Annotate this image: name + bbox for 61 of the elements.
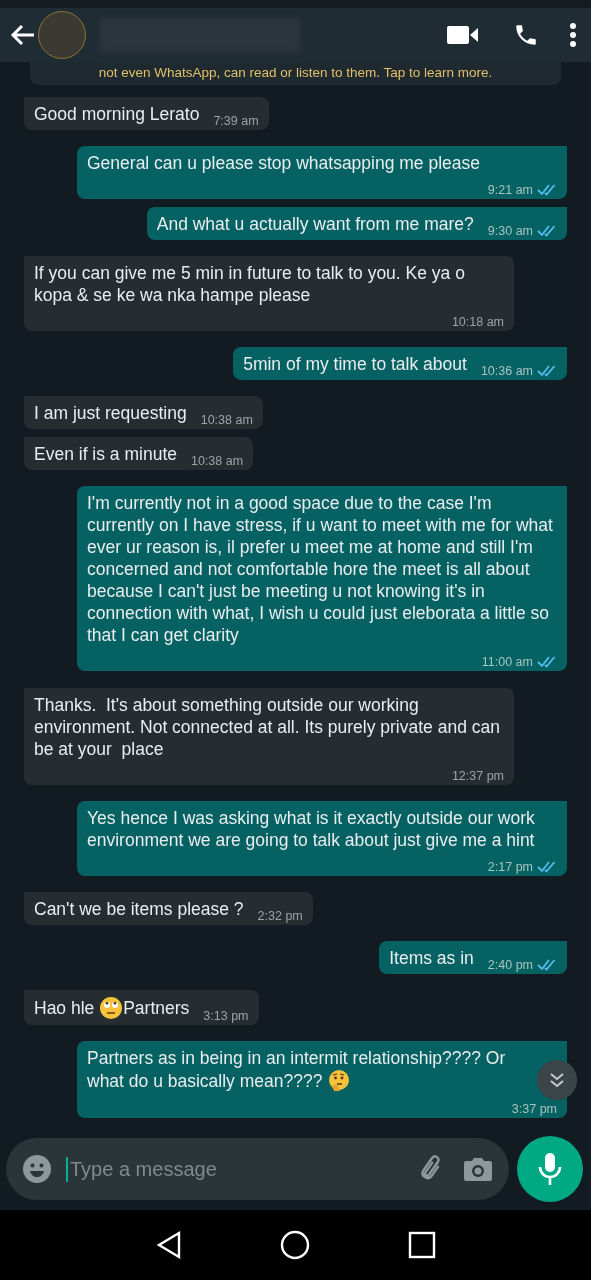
sent-message-bubble[interactable] [77, 486, 567, 672]
message-text: Hao hle [34, 996, 96, 1019]
message-text: Partners as in being in an intermit relationship???? Or [87, 1047, 506, 1070]
recents-nav-icon[interactable] [407, 1231, 436, 1259]
emoji-icon[interactable] [22, 1154, 52, 1184]
more-options-icon[interactable] [569, 22, 577, 48]
message-time: 2:40 pm [487, 957, 533, 972]
eye-roll-emoji-icon [99, 995, 124, 1020]
received-message-bubble[interactable]: I am just requesting 10:38 am [24, 396, 263, 430]
message-text: Can't we be items please ? [34, 897, 244, 920]
scroll-down-button[interactable] [537, 1060, 577, 1100]
sent-message-bubble[interactable]: Yes hence I was asking what is it exactly outside our work environment we are going to talk about just give me a hint 2:17 pm [77, 800, 567, 876]
message-time: 3:37 pm [511, 1102, 557, 1117]
message-time: 10:38 am [191, 454, 244, 469]
encryption-notice[interactable]: not even WhatsApp, can read or listen to them. Tap to learn more. [30, 62, 561, 85]
message-text: Good morning Lerato [34, 103, 200, 125]
message-text: General can u please stop whatsapping me please [87, 152, 481, 175]
message-composer[interactable]: Type a message [6, 1138, 509, 1200]
message-text: what do u basically mean???? [87, 1070, 324, 1093]
message-text: Even if is a minute [34, 443, 177, 466]
message-time: 10:38 am [200, 413, 253, 428]
message-input-field[interactable]: Type a message [66, 1156, 403, 1182]
message-text: And what u actually want from me mare? [156, 213, 474, 236]
message-time: 9:30 am [487, 224, 533, 239]
received-message-bubble[interactable]: Thanks. It's about something outside our working environment. Not connected at all. Its purely private and can be at your place 12:37 pm [24, 687, 514, 785]
message-time: 9:21 am [487, 183, 533, 198]
message-text: Partners [123, 996, 190, 1019]
sent-message-bubble[interactable]: Partners as in being in an intermit relationship???? Or what do u basically mean???? 3:37 pm [77, 1041, 567, 1119]
microphone-icon [538, 1152, 562, 1186]
message-text: I am just requesting [34, 402, 187, 425]
message-time: 12:37 pm [451, 768, 504, 783]
message-text: Thanks. It's about something outside our working environment. Not connected at all. Its purely private and can be at your place [34, 693, 501, 760]
back-nav-icon[interactable] [155, 1230, 182, 1260]
received-message-bubble[interactable]: Even if is a minute 10:38 am [24, 437, 254, 471]
received-message-bubble[interactable]: Hao hle Partners 3:13 pm [24, 989, 259, 1025]
camera-icon[interactable] [463, 1156, 493, 1182]
message-text: Yes hence I was asking what is it exactly outside our work environment we are going to talk about just give me a hint [87, 806, 536, 851]
message-time: 7:39 am [213, 114, 259, 128]
message-text: Items as in [389, 946, 474, 969]
thinking-emoji-icon [327, 1069, 352, 1094]
sent-message-bubble[interactable]: And what u actually want from me mare? 9:30 am [146, 207, 567, 241]
sent-message-bubble[interactable]: Items as in 2:40 pm [379, 940, 567, 974]
sent-message-bubble[interactable]: General can u please stop whatsapping me please 9:21 am [77, 146, 567, 200]
sent-message-bubble[interactable]: 5min of my time to talk about 10:36 am [233, 347, 567, 381]
message-time: 10:36 am [480, 364, 533, 379]
home-nav-icon[interactable] [279, 1230, 310, 1260]
video-call-icon[interactable] [447, 25, 479, 45]
message-text: If you can give me 5 min in future to talk to you. Ke ya o kopa & se ke wa nka hampe please [34, 262, 466, 307]
received-message-bubble[interactable]: Can't we be items please ? 2:32 pm [24, 891, 313, 925]
received-message-bubble[interactable]: If you can give me 5 min in future to talk to you. Ke ya o kopa & se ke wa nka hampe please 10:18 am [24, 256, 514, 332]
message-time: 2:32 pm [257, 908, 303, 923]
message-time: 3:13 pm [203, 1008, 249, 1023]
message-text: I'm currently not in a good space due to the case I'm currently on I have stress, if u want to meet with me for what ever ur reason is, il prefer u meet me at home and still I'm concerned and not comfortable hore the meet is all about because I can't just be meeting u not knowing it's in connection with what, I wish u could just eleborata a little so that I can get clarity [87, 492, 554, 647]
phone-icon[interactable] [513, 22, 539, 48]
back-arrow-icon[interactable] [10, 24, 36, 46]
message-time: 11:00 am [481, 655, 533, 670]
message-text: 5min of my time to talk about [243, 353, 467, 376]
message-time: 10:18 am [451, 315, 504, 330]
message-time: 2:17 pm [487, 859, 533, 874]
received-message-bubble[interactable]: Good morning Lerato 7:39 am [24, 97, 269, 130]
double-chevron-icon [548, 1071, 566, 1089]
